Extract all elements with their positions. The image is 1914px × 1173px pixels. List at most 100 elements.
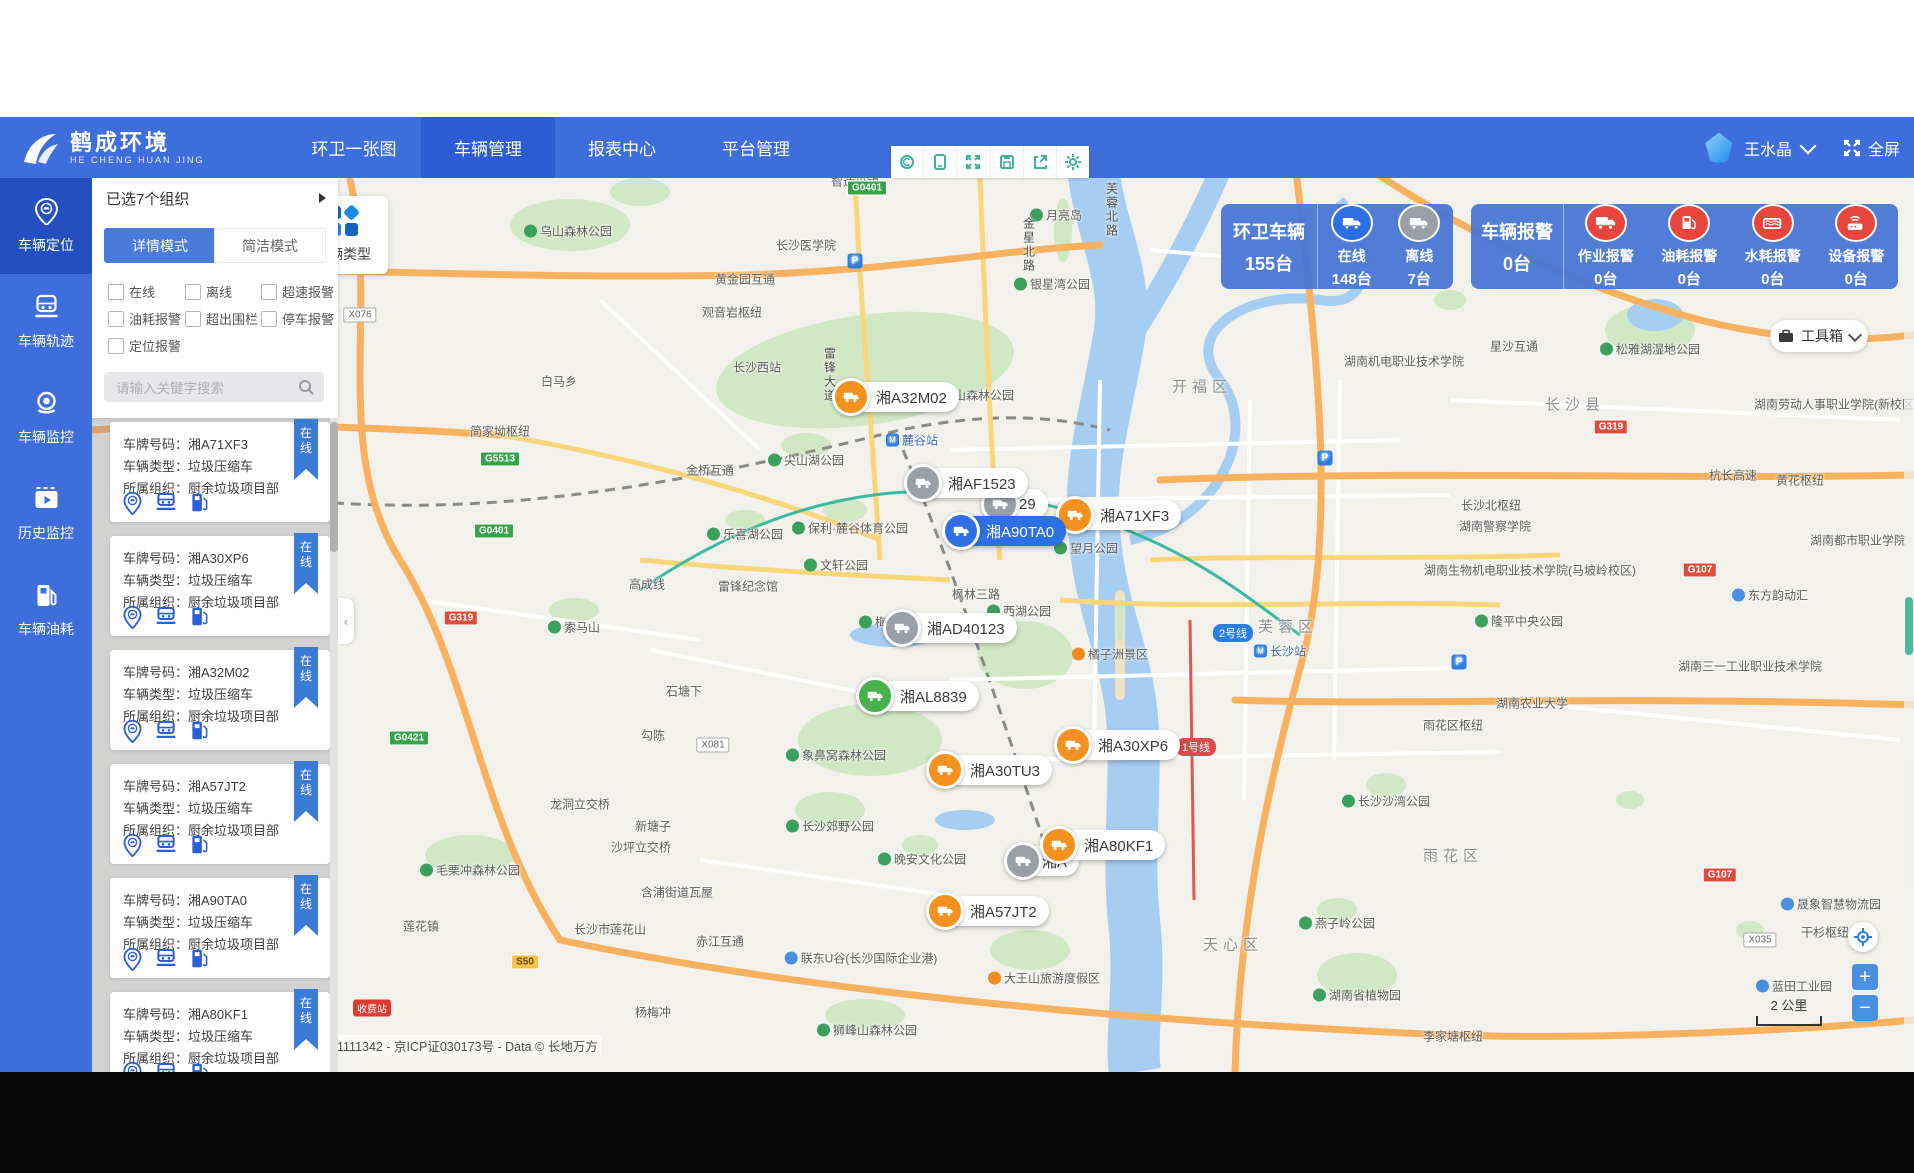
user-name[interactable]: 王水晶 [1744,136,1792,160]
map-label: 雨花区枢纽 [1423,717,1483,734]
locate-vehicle-icon[interactable] [123,834,142,862]
map-label: 杭长高速 [1709,467,1757,484]
filter-checkbox-6[interactable]: 停车报警 [261,309,334,328]
vehicle-marker-selected[interactable]: 湘A90TA0 [946,516,1066,546]
alarm-stats-card: 车辆报警 0台 作业报警0台油耗报警0台水耗报警0台设备报警0台 [1471,204,1898,289]
locate-vehicle-icon[interactable] [123,720,142,748]
vehicle-marker[interactable]: 湘A30XP6 [1058,730,1180,760]
map-label: 长沙医学院 [776,237,836,254]
map-label: 新塘子 [635,818,671,835]
pin-car-icon [33,198,60,228]
vehicle-list[interactable]: 车牌号码：湘A71XF3车辆类型：垃圾压缩车所属组织：厨余垃圾项目部在线车牌号码… [90,418,338,1072]
panel-collapse-handle[interactable]: ‹ [338,598,354,644]
expand-icon[interactable] [957,146,990,178]
track-vehicle-icon[interactable] [155,606,177,634]
share-icon[interactable] [1024,146,1057,178]
fuel-vehicle-icon[interactable] [190,948,209,976]
search-icon[interactable] [298,379,314,395]
vehicle-marker[interactable]: 湘A80KF1 [1044,830,1165,860]
chevron-down-icon[interactable] [1799,137,1816,154]
fuel-vehicle-icon[interactable] [190,834,209,862]
vehicle-card[interactable]: 车牌号码：湘A90TA0车辆类型：垃圾压缩车所属组织：厨余垃圾项目部在线 [110,878,330,978]
vehicle-card[interactable]: 车牌号码：湘A80KF1车辆类型：垃圾压缩车所属组织：厨余垃圾项目部在线 [110,992,330,1072]
nav-tab-3[interactable]: 报表中心 [555,117,689,178]
fuel-vehicle-icon[interactable] [190,492,209,520]
track-vehicle-icon[interactable] [155,720,177,748]
vehicle-marker[interactable]: 湘AD40123 [887,613,1017,643]
sidebar-item-4[interactable]: 历史监控 [0,466,92,562]
track-vehicle-icon[interactable] [155,948,177,976]
fuel-vehicle-icon[interactable] [190,720,209,748]
vehicle-marker[interactable]: 湘A30TU3 [930,755,1052,785]
vehicle-card[interactable]: 车牌号码：湘A57JT2车辆类型：垃圾压缩车所属组织：厨余垃圾项目部在线 [110,764,330,864]
fleet-label: 环卫车辆 [1233,218,1305,244]
marker-plate: 湘AL8839 [900,686,967,707]
sidebar-item-5[interactable]: 车辆油耗 [0,562,92,658]
vehicle-type: 车辆类型：垃圾压缩车 [123,456,253,475]
toolbox-button[interactable]: 工具箱 [1770,320,1868,352]
zoom-search-icon[interactable] [891,146,924,178]
vehicle-card[interactable]: 车牌号码：湘A32M02车辆类型：垃圾压缩车所属组织：厨余垃圾项目部在线 [110,650,330,750]
user-avatar[interactable] [1704,133,1734,163]
vehicle-marker[interactable]: 湘AL8839 [860,681,979,711]
checkbox-icon [185,284,201,300]
search-input[interactable]: 请输入关键字搜索 [104,372,324,402]
filter-checkbox-2[interactable]: 离线 [185,282,232,301]
tab-simple-mode[interactable]: 简洁模式 [214,228,326,263]
tree-icon [786,820,799,833]
map-label: M麓谷站 [886,432,938,449]
map-label-text: 湖南农业大学 [1496,695,1568,712]
toll-badge: 收费站 [353,1000,391,1017]
brand: 鹤成环境 HE CHENG HUAN JING [18,123,205,173]
zoom-out-button[interactable]: − [1852,995,1878,1021]
fuel-vehicle-icon[interactable] [190,606,209,634]
map-label: 晟象智慧物流园 [1781,896,1881,913]
panel-scrollbar[interactable] [330,418,338,1072]
filter-checkbox-7[interactable]: 定位报警 [108,336,181,355]
truck-icon [856,677,894,715]
locate-vehicle-icon[interactable] [123,948,142,976]
fullscreen-button[interactable]: 全屏 [1842,136,1900,160]
track-vehicle-icon[interactable] [155,492,177,520]
track-vehicle-icon[interactable] [155,1062,177,1072]
alarm-stat-label: 水耗报警 [1745,246,1801,266]
map-label-text: 湖南三一工业职业技术学院 [1678,658,1822,675]
zoom-in-button[interactable]: + [1852,964,1878,990]
map-attribution: 1111342 - 京ICP证030173号 - Data © 长地万方 [333,1035,602,1056]
locate-button[interactable] [1848,922,1878,952]
filter-checkbox-3[interactable]: 超速报警 [261,282,334,301]
vehicle-marker[interactable]: 湘AF1523 [908,468,1028,498]
vehicle-card[interactable]: 车牌号码：湘A30XP6车辆类型：垃圾压缩车所属组织：厨余垃圾项目部在线 [110,536,330,636]
locate-vehicle-icon[interactable] [123,606,142,634]
vehicle-marker[interactable]: 湘A71XF3 [1060,500,1181,530]
save-icon[interactable] [991,146,1024,178]
track-vehicle-icon[interactable] [155,834,177,862]
locate-vehicle-icon[interactable] [123,492,142,520]
toolbox-label: 工具箱 [1801,326,1843,346]
settings-icon[interactable] [1057,146,1089,178]
tab-detail-mode[interactable]: 详情模式 [104,228,216,263]
nav-tab-1[interactable]: 环卫一张图 [287,117,421,178]
locate-vehicle-icon[interactable] [123,1062,142,1072]
nav-tab-2[interactable]: 车辆管理 [421,117,555,178]
org-selector[interactable]: 已选7个组织 [90,178,338,218]
map-label: 松雅湖湿地公园 [1600,341,1700,358]
tree-icon [792,522,805,535]
vehicle-marker[interactable]: 湘A32M02 [836,382,959,412]
map-label: 文轩公园 [804,557,868,574]
filter-checkbox-5[interactable]: 超出围栏 [185,309,258,328]
sidebar-item-2[interactable]: 车辆轨迹 [0,274,92,370]
fuel-vehicle-icon[interactable] [190,1062,209,1072]
sidebar-item-1[interactable]: 车辆定位 [0,178,92,274]
filter-checkbox-4[interactable]: 油耗报警 [108,309,181,328]
filter-label: 超速报警 [282,282,334,301]
tree-icon [1600,343,1613,356]
vehicle-marker[interactable]: 湘A57JT2 [930,896,1049,926]
checkbox-icon [185,311,201,327]
device-icon[interactable] [924,146,957,178]
vehicle-card[interactable]: 车牌号码：湘A71XF3车辆类型：垃圾压缩车所属组织：厨余垃圾项目部在线 [110,422,330,522]
filter-checkbox-1[interactable]: 在线 [108,282,155,301]
sidebar-item-3[interactable]: 车辆监控 [0,370,92,466]
nav-tab-4[interactable]: 平台管理 [689,117,823,178]
page-scrollbar[interactable] [1904,117,1914,1072]
